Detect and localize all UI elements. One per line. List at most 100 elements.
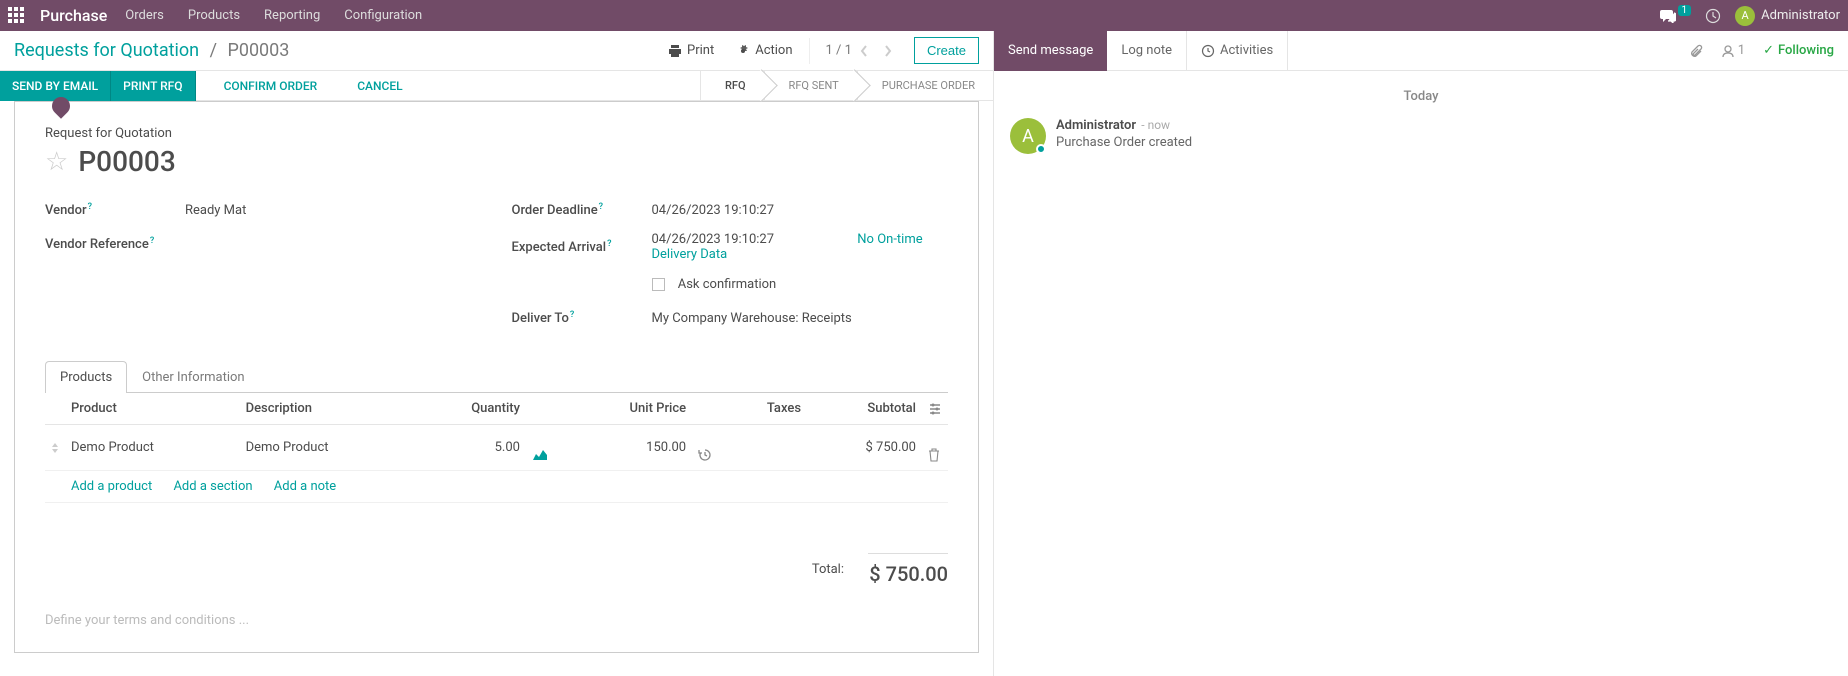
expected-arrival-value: 04/26/2023 19:10:27 No On-time Delivery …: [652, 232, 949, 262]
action-label: Action: [755, 43, 792, 58]
nav-orders[interactable]: Orders: [125, 8, 164, 23]
chatter-message: A Administrator - now Purchase Order cre…: [1010, 118, 1832, 154]
messaging-icon[interactable]: 1: [1660, 9, 1692, 23]
apps-icon[interactable]: [8, 7, 26, 25]
cancel-button[interactable]: CANCEL: [345, 71, 414, 101]
th-unit-price: Unit Price: [566, 393, 692, 425]
pager: 1 / 1: [809, 38, 900, 64]
cell-product[interactable]: Demo Product: [65, 425, 240, 471]
ask-confirmation-row[interactable]: Ask confirmation: [652, 277, 949, 292]
add-product-link[interactable]: Add a product: [71, 479, 152, 494]
th-description: Description: [240, 393, 415, 425]
deliver-to-label: Deliver To?: [512, 311, 652, 326]
cell-taxes[interactable]: [722, 425, 807, 471]
order-lines-table: Product Description Quantity Unit Price …: [45, 393, 948, 503]
status-stages: RFQ RFQ SENT PURCHASE ORDER: [700, 71, 993, 101]
check-icon: ✓: [1763, 43, 1774, 58]
attachments-icon[interactable]: [1689, 43, 1703, 59]
breadcrumb-root[interactable]: Requests for Quotation: [14, 40, 199, 61]
forecast-icon[interactable]: [532, 449, 560, 461]
online-status-icon: [1036, 144, 1046, 154]
activities-button[interactable]: Activities: [1186, 31, 1288, 71]
breadcrumb-sep: /: [210, 40, 217, 61]
th-subtotal: Subtotal: [807, 393, 922, 425]
tab-other-info[interactable]: Other Information: [127, 361, 259, 393]
print-button[interactable]: Print: [668, 43, 714, 58]
gear-icon: [736, 44, 750, 58]
total-label: Total:: [812, 562, 844, 577]
rfq-heading: Request for Quotation: [45, 126, 948, 141]
chatter-date: Today: [1010, 89, 1832, 104]
cell-quantity[interactable]: 5.00: [414, 425, 526, 471]
form-tabs: Products Other Information: [45, 360, 948, 393]
priority-star-icon[interactable]: ☆: [45, 147, 68, 177]
ask-confirmation-checkbox[interactable]: [652, 278, 665, 291]
vendor-value[interactable]: Ready Mat: [185, 203, 482, 218]
msg-author[interactable]: Administrator: [1056, 118, 1136, 133]
nav-products[interactable]: Products: [188, 8, 240, 23]
control-panel: Requests for Quotation / P00003 Print Ac…: [0, 31, 993, 71]
print-rfq-button[interactable]: PRINT RFQ: [111, 71, 195, 101]
msg-time: - now: [1141, 118, 1170, 132]
th-taxes: Taxes: [722, 393, 807, 425]
messaging-badge: 1: [1678, 5, 1692, 16]
print-label: Print: [687, 43, 714, 58]
ask-confirmation-label: Ask confirmation: [678, 277, 777, 292]
msg-text: Purchase Order created: [1056, 135, 1192, 150]
stage-rfq[interactable]: RFQ: [700, 71, 764, 101]
total-value: $ 750.00: [868, 553, 948, 586]
form-sheet: Request for Quotation ☆ P00003 Vendor? R…: [14, 101, 979, 653]
record-title: P00003: [78, 145, 175, 178]
avatar-initial: A: [1742, 9, 1749, 22]
followers-button[interactable]: 1: [1721, 43, 1745, 58]
columns-config-icon[interactable]: [928, 402, 942, 416]
log-note-button[interactable]: Log note: [1107, 31, 1186, 71]
chatter-panel: Send message Log note Activities 1 ✓ Fol…: [994, 31, 1848, 676]
order-deadline-label: Order Deadline?: [512, 203, 652, 218]
price-history-icon[interactable]: [698, 448, 716, 462]
print-icon: [668, 44, 682, 58]
nav-reporting[interactable]: Reporting: [264, 8, 320, 23]
activities-icon[interactable]: [1705, 8, 1721, 24]
followers-count: 1: [1738, 43, 1745, 58]
clock-icon: [1201, 44, 1215, 58]
send-message-button[interactable]: Send message: [994, 31, 1107, 71]
delete-row-icon[interactable]: [928, 448, 942, 462]
top-navbar: Purchase Orders Products Reporting Confi…: [0, 0, 1848, 31]
pager-text: 1 / 1: [826, 43, 852, 58]
breadcrumb-current: P00003: [227, 40, 289, 61]
chatter-topbar: Send message Log note Activities 1 ✓ Fol…: [994, 31, 1848, 71]
cell-subtotal: $ 750.00: [807, 425, 922, 471]
add-note-link[interactable]: Add a note: [274, 479, 336, 494]
pager-next[interactable]: [876, 38, 900, 64]
create-button[interactable]: Create: [914, 37, 979, 64]
th-product: Product: [65, 393, 240, 425]
terms-placeholder[interactable]: Define your terms and conditions ...: [45, 613, 812, 628]
add-section-link[interactable]: Add a section: [173, 479, 252, 494]
action-button[interactable]: Action: [736, 43, 792, 58]
send-by-email-button[interactable]: SEND BY EMAIL: [0, 71, 111, 101]
confirm-order-button[interactable]: CONFIRM ORDER: [212, 71, 330, 101]
msg-avatar: A: [1010, 118, 1046, 154]
activities-label: Activities: [1220, 43, 1273, 58]
app-brand[interactable]: Purchase: [40, 6, 107, 25]
following-button[interactable]: ✓ Following: [1763, 43, 1834, 58]
pager-prev[interactable]: [852, 38, 876, 64]
tab-products[interactable]: Products: [45, 361, 127, 393]
cell-description[interactable]: Demo Product: [240, 425, 415, 471]
avatar: A: [1735, 6, 1755, 26]
stage-purchase-order[interactable]: PURCHASE ORDER: [857, 71, 993, 101]
vendor-label: Vendor?: [45, 203, 185, 218]
nav-configuration[interactable]: Configuration: [344, 8, 422, 23]
breadcrumb: Requests for Quotation / P00003: [14, 40, 289, 61]
table-row[interactable]: Demo Product Demo Product 5.00 150.00: [45, 425, 948, 471]
cell-unit-price[interactable]: 150.00: [566, 425, 692, 471]
form-view: Requests for Quotation / P00003 Print Ac…: [0, 31, 994, 676]
expected-arrival-label: Expected Arrival?: [512, 240, 652, 255]
user-name: Administrator: [1761, 8, 1840, 23]
order-deadline-value[interactable]: 04/26/2023 19:10:27: [652, 203, 949, 218]
vendor-ref-label: Vendor Reference?: [45, 237, 185, 252]
drag-handle-icon[interactable]: [45, 425, 65, 471]
user-menu[interactable]: A Administrator: [1735, 6, 1840, 26]
deliver-to-value[interactable]: My Company Warehouse: Receipts: [652, 311, 949, 326]
